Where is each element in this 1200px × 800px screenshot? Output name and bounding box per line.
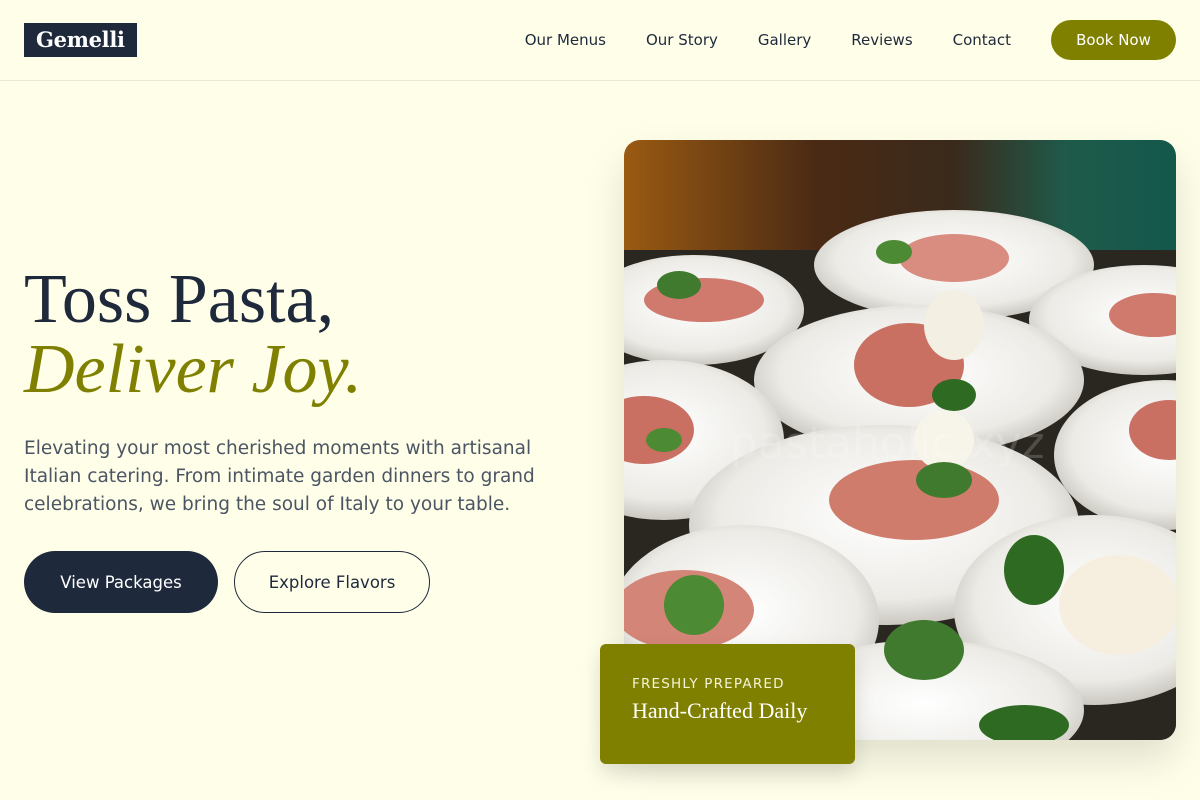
main-nav: Our Menus Our Story Gallery Reviews Cont…	[525, 20, 1176, 60]
badge-title: Hand-Crafted Daily	[632, 698, 808, 723]
site-header: Gemelli Our Menus Our Story Gallery Revi…	[0, 0, 1200, 81]
hero-cta-row: View Packages Explore Flavors	[24, 551, 564, 613]
nav-gallery[interactable]: Gallery	[758, 31, 811, 49]
nav-our-menus[interactable]: Our Menus	[525, 31, 606, 49]
hero-title: Toss Pasta, Deliver Joy.	[24, 265, 564, 405]
view-packages-button[interactable]: View Packages	[24, 551, 218, 613]
logo[interactable]: Gemelli	[24, 23, 137, 57]
nav-our-story[interactable]: Our Story	[646, 31, 718, 49]
nav-contact[interactable]: Contact	[953, 31, 1011, 49]
hero-description: Elevating your most cherished moments wi…	[24, 438, 535, 515]
freshly-prepared-badge: FRESHLY PREPARED Hand-Crafted Daily	[600, 644, 855, 764]
photo-watermark: pastaholic.xyz	[730, 418, 1045, 469]
hero-section: Toss Pasta, Deliver Joy. Elevating your …	[24, 265, 564, 613]
nav-reviews[interactable]: Reviews	[851, 31, 912, 49]
hero-title-line1: Toss Pasta,	[24, 261, 335, 338]
badge-kicker: FRESHLY PREPARED	[632, 676, 785, 692]
book-now-button[interactable]: Book Now	[1051, 20, 1176, 60]
explore-flavors-button[interactable]: Explore Flavors	[234, 551, 430, 613]
hero-title-line2: Deliver Joy.	[24, 331, 363, 408]
